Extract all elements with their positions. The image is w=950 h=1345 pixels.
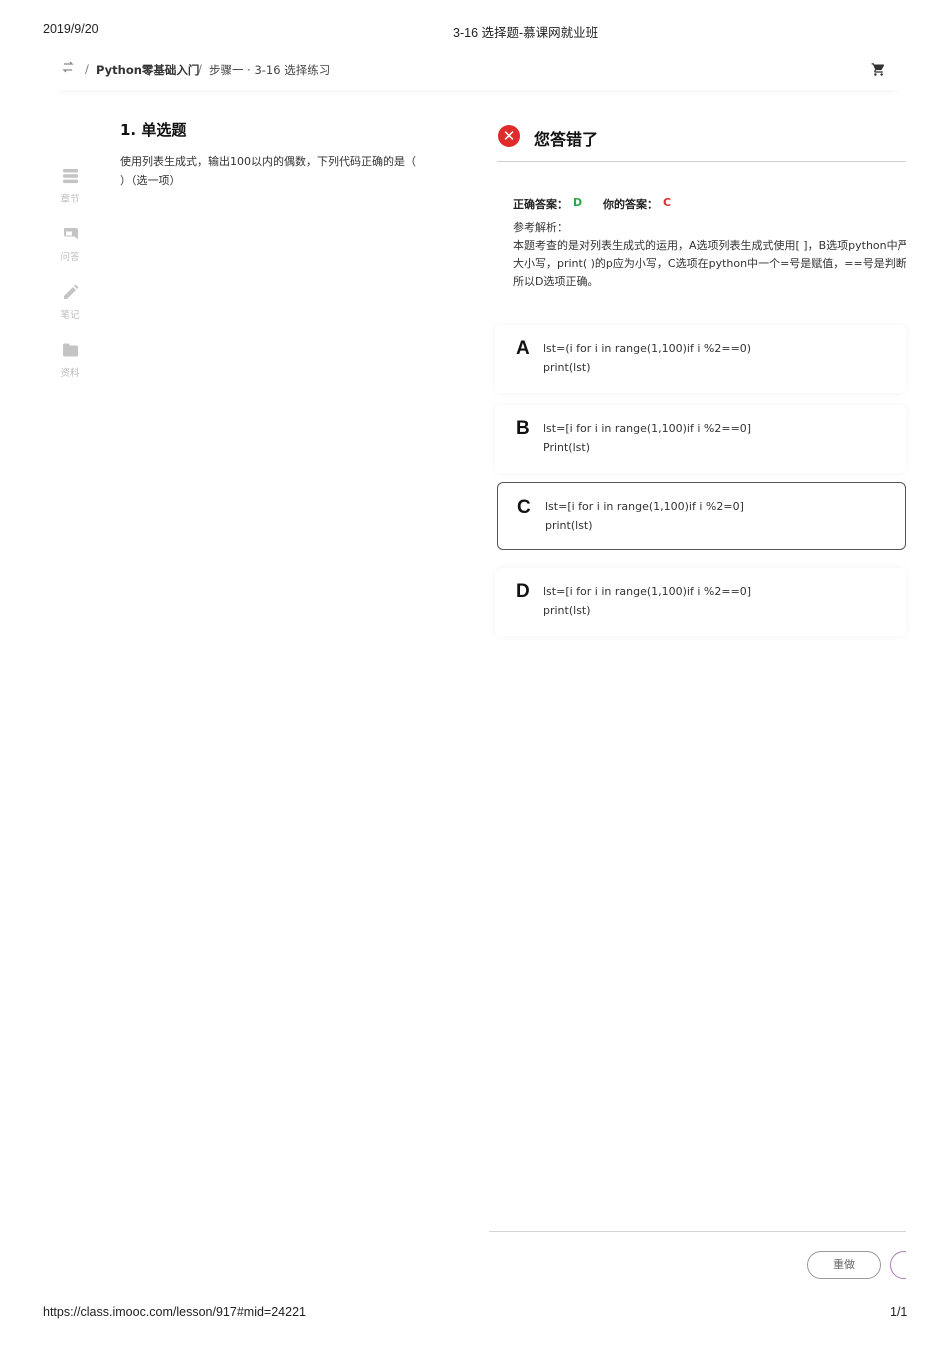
page-clip — [906, 1240, 950, 1290]
chapters-icon — [62, 169, 78, 184]
sidebar-item-label: 问答 — [60, 252, 80, 263]
pencil-icon — [63, 284, 78, 299]
sidebar-item-qa[interactable]: 问答 — [55, 226, 85, 263]
option-letter: A — [516, 338, 530, 359]
breadcrumb-step: 步骤一 · 3-16 选择练习 — [209, 63, 331, 77]
result-title: 您答错了 — [534, 130, 599, 149]
option-letter: D — [516, 581, 530, 602]
print-url: https://class.imooc.com/lesson/917#mid=2… — [43, 1305, 306, 1319]
correct-answer-label: 正确答案： — [513, 198, 568, 211]
explanation-label: 参考解析： — [513, 221, 568, 234]
sidebar-item-notes[interactable]: 笔记 — [55, 284, 85, 321]
folder-icon — [62, 343, 78, 357]
sidebar-item-label: 章节 — [60, 194, 80, 205]
sidebar-item-resources[interactable]: 资料 — [55, 342, 85, 379]
option-letter: B — [516, 418, 530, 439]
redo-button[interactable]: 重做 — [807, 1251, 881, 1279]
print-title: 3-16 选择题-慕课网就业班 — [453, 26, 599, 40]
question-text: 使用列表生成式，输出100以内的偶数，下列代码正确的是（ ）（选一项） — [120, 155, 416, 187]
divider — [497, 161, 906, 162]
print-page-number: 1/1 — [890, 1305, 908, 1319]
option-letter: C — [517, 497, 531, 518]
explanation-line: 大小写，print( )的p应为小写，C选项在python中一个=号是赋值，==… — [513, 257, 906, 270]
sidebar-item-chapters[interactable]: 章节 — [55, 168, 85, 205]
option-a[interactable]: A lst=(i for i in range(1,100)if i %2==0… — [495, 325, 906, 393]
option-code: lst=[i for i in range(1,100)if i %2==0] … — [543, 585, 752, 617]
your-answer-value: C — [663, 196, 672, 209]
switch-icon[interactable] — [62, 60, 74, 77]
explanation: 参考解析： 本题考查的是对列表生成式的运用，A选项列表生成式使用[ ]，B选项p… — [513, 219, 906, 291]
explanation-line: 所以D选项正确。 — [513, 275, 599, 288]
breadcrumb-separator: / — [85, 62, 89, 76]
option-code: lst=[i for i in range(1,100)if i %2=0] p… — [545, 500, 744, 532]
breadcrumb-separator: / — [198, 62, 202, 76]
option-code: lst=[i for i in range(1,100)if i %2==0] … — [543, 422, 752, 454]
option-code: lst=(i for i in range(1,100)if i %2==0) … — [543, 342, 752, 374]
top-bar: / Python零基础入门 / 步骤一 · 3-16 选择练习 — [50, 52, 905, 90]
qa-icon — [63, 228, 78, 239]
breadcrumb-course[interactable]: Python零基础入门 — [96, 62, 199, 78]
question-title: 1. 单选题 — [120, 121, 187, 139]
wrong-icon: ✕ — [498, 125, 520, 147]
option-c[interactable]: C lst=[i for i in range(1,100)if i %2=0]… — [497, 482, 906, 550]
correct-answer-value: D — [573, 196, 583, 209]
print-date: 2019/9/20 — [43, 22, 99, 36]
option-d[interactable]: D lst=[i for i in range(1,100)if i %2==0… — [495, 568, 906, 636]
explanation-line: 本题考查的是对列表生成式的运用，A选项列表生成式使用[ ]，B选项python中… — [513, 239, 906, 252]
sidebar-item-label: 笔记 — [60, 310, 80, 321]
cart-icon[interactable] — [871, 62, 886, 80]
divider — [489, 1231, 906, 1232]
option-b[interactable]: B lst=[i for i in range(1,100)if i %2==0… — [495, 405, 906, 473]
sidebar-item-label: 资料 — [60, 368, 80, 379]
your-answer-label: 你的答案： — [603, 198, 658, 211]
